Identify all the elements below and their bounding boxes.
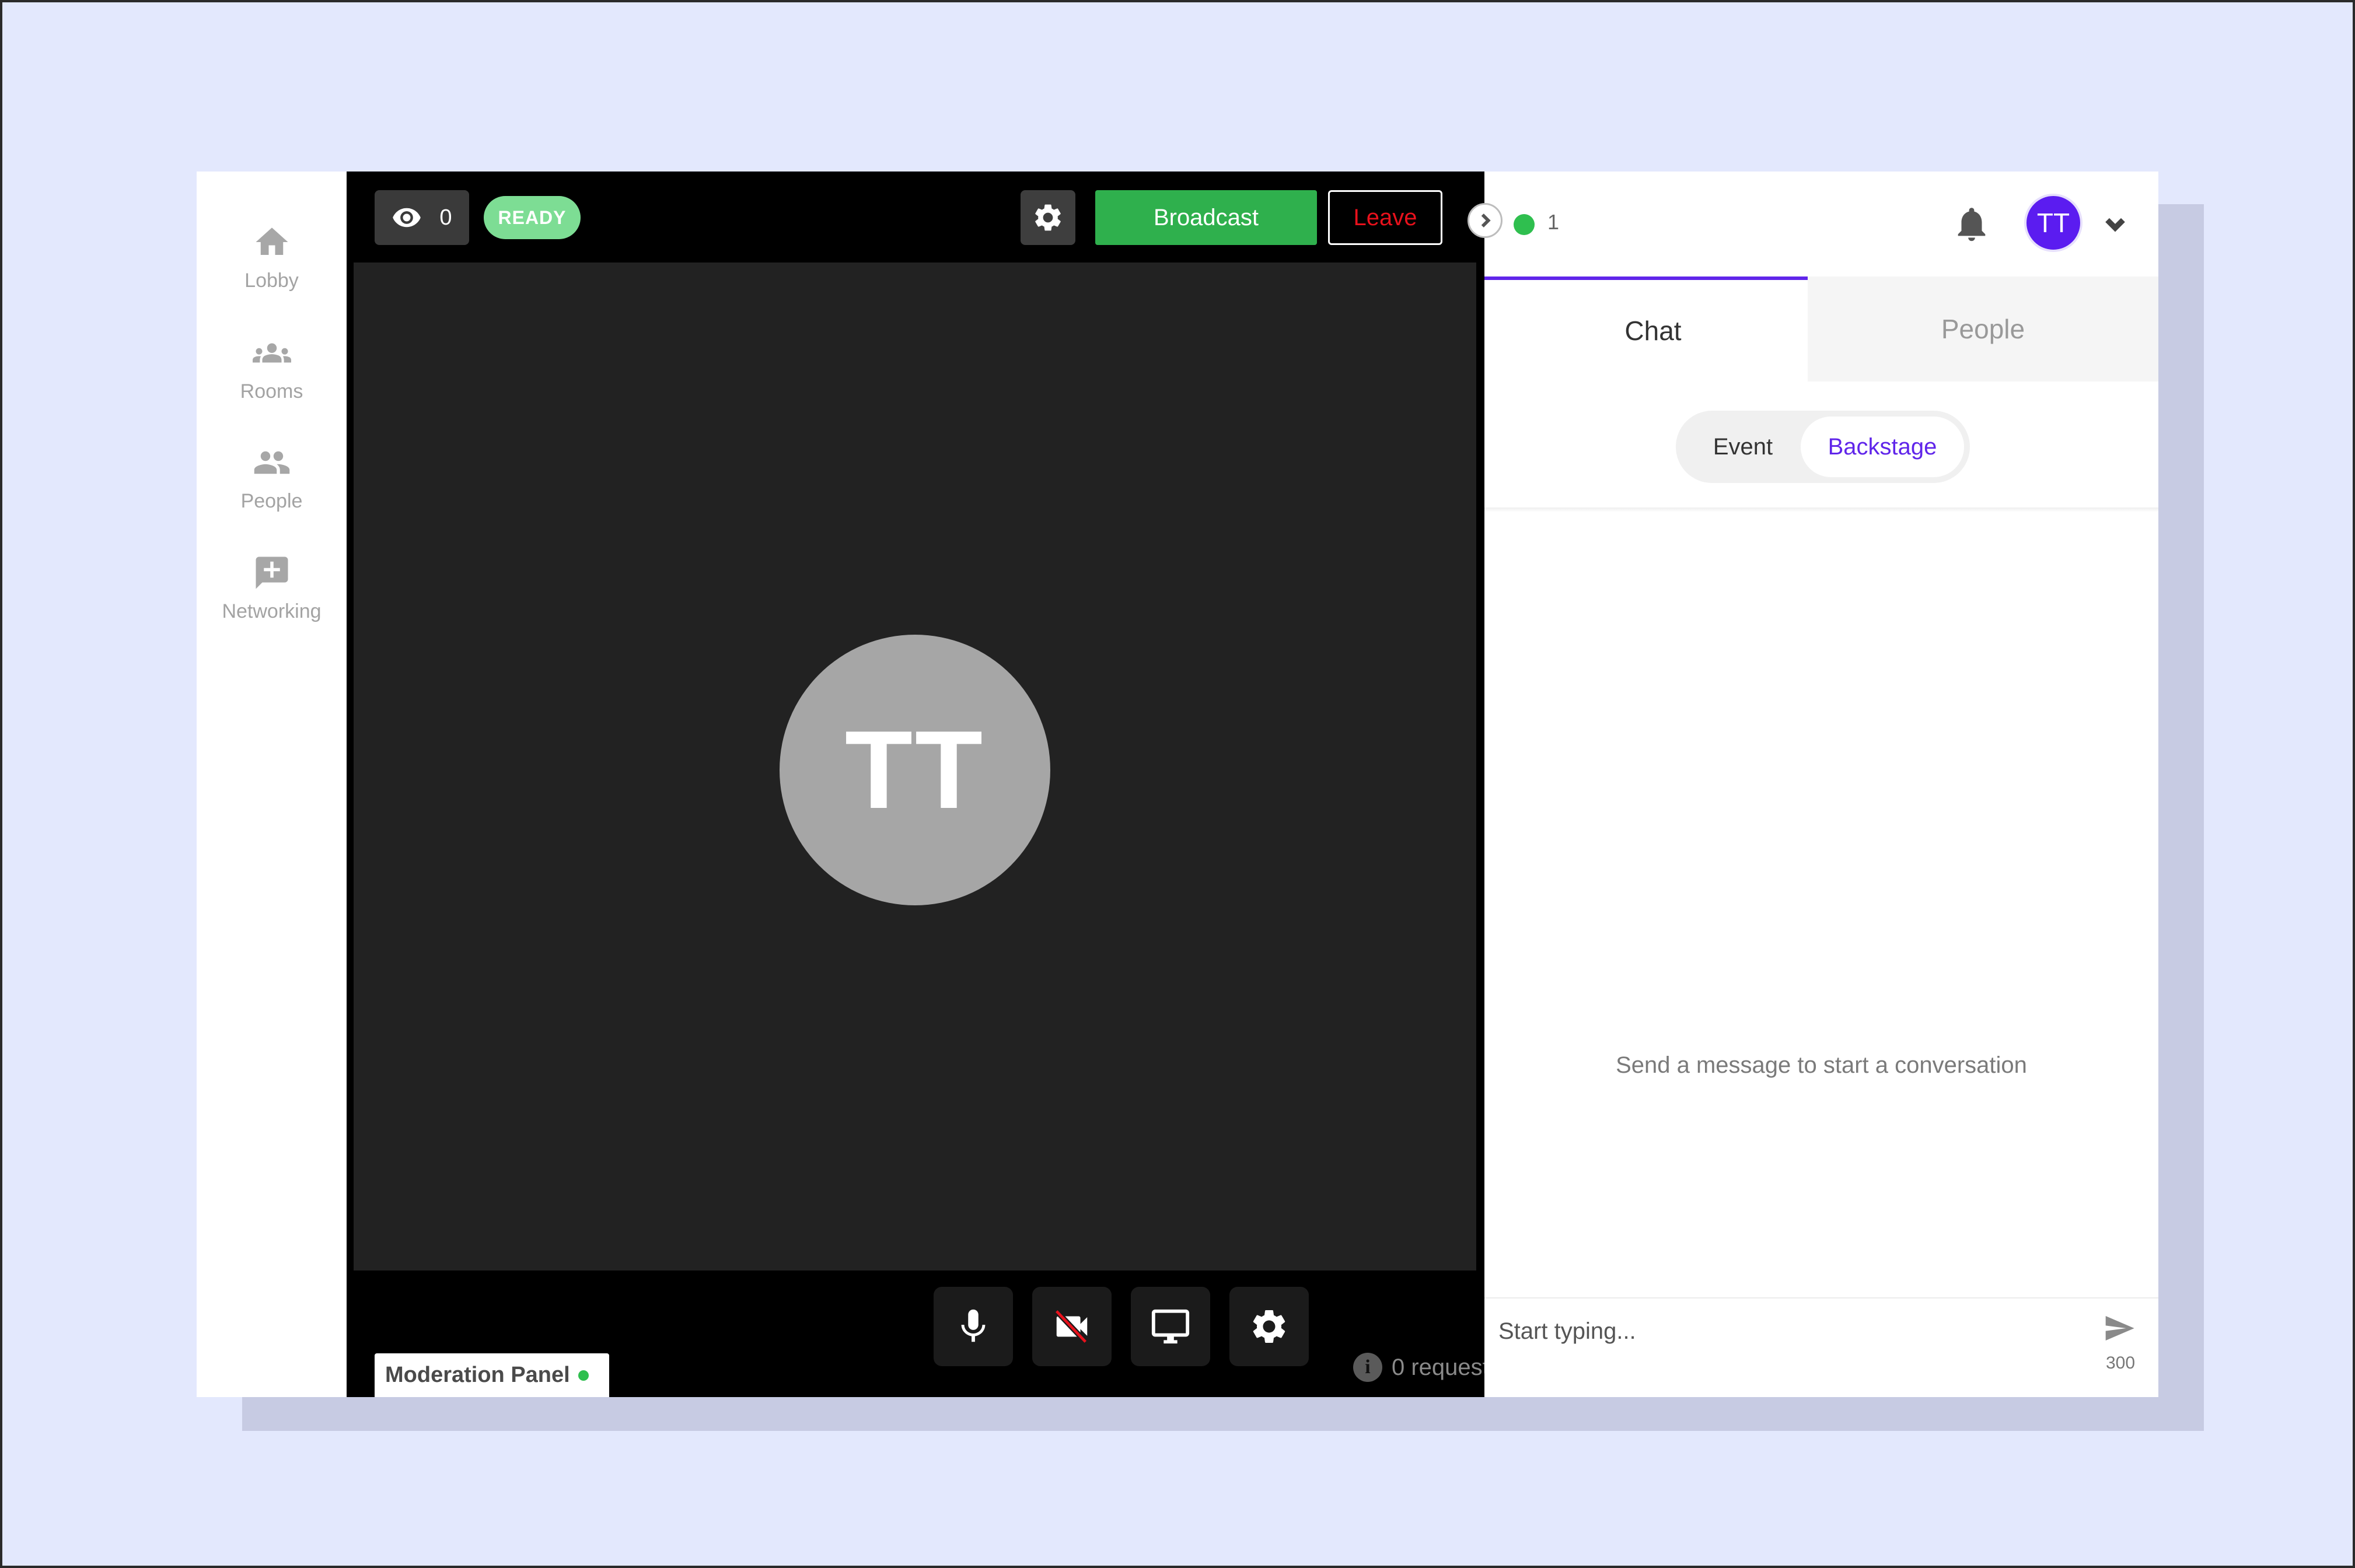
message-input[interactable] [1498,1308,2082,1354]
tab-chat[interactable]: Chat [1484,276,1822,382]
send-icon [2105,1316,2134,1340]
side-panel: 1 TT Chat People Event Backstage Send a … [1484,172,2158,1397]
camera-toggle-button[interactable] [1032,1287,1112,1366]
info-icon[interactable]: i [1353,1353,1382,1382]
rooms-icon [252,343,291,363]
networking-icon [256,556,288,589]
collapse-panel-button[interactable] [1467,203,1503,238]
status-dot-icon [578,1370,589,1381]
divider [1484,508,2158,512]
online-count: 1 [1547,210,1560,234]
leave-button[interactable]: Leave [1328,190,1442,245]
microphone-icon [961,1309,986,1342]
send-button[interactable] [2103,1312,2138,1347]
microphone-button[interactable] [934,1287,1013,1366]
viewer-count: 0 [439,205,452,230]
sidebar-item-people[interactable]: People [197,443,347,531]
video-area: TT [354,262,1476,1270]
screen-share-button[interactable] [1131,1287,1210,1366]
sidebar-item-label: People [240,490,303,512]
sidebar-item-lobby[interactable]: Lobby [197,223,347,310]
stage-settings-button[interactable] [1021,190,1075,245]
notifications-button[interactable] [1951,201,1992,247]
eye-icon [393,208,421,228]
moderation-panel-tab[interactable]: Moderation Panel [375,1353,609,1397]
character-limit: 300 [2105,1353,2136,1373]
video-stage: 0 READY Broadcast Leave TT i 0 requests … [347,172,1636,1397]
online-indicator-icon [1514,214,1535,235]
empty-chat-message: Send a message to start a conversation [1616,1052,2027,1078]
chat-scope-toggle: Event Backstage [1676,411,1970,483]
bell-icon [1958,208,1986,242]
camera-off-icon [1054,1309,1088,1344]
sidebar: Lobby Rooms People Networking [197,172,347,1397]
sidebar-item-networking[interactable]: Networking [197,554,347,641]
user-avatar[interactable]: TT [2024,194,2083,252]
sidebar-item-rooms[interactable]: Rooms [197,334,347,421]
viewer-count-chip: 0 [375,190,469,245]
screen-share-icon [1151,1309,1190,1344]
sidebar-item-label: Networking [222,600,322,622]
tab-people[interactable]: People [1808,276,2158,382]
home-icon [256,228,288,255]
call-settings-button[interactable] [1229,1287,1309,1366]
status-badge: READY [484,196,581,239]
people-icon [254,451,289,474]
sidebar-item-label: Lobby [244,270,299,292]
user-menu-dropdown[interactable] [2102,210,2129,237]
broadcast-button[interactable]: Broadcast [1095,190,1317,245]
settings-icon [1253,1310,1285,1343]
gear-icon [1035,204,1061,231]
chevron-down-icon [2105,218,2125,232]
segment-backstage[interactable]: Backstage [1801,416,1964,477]
moderation-panel-label: Moderation Panel [385,1363,570,1387]
segment-event[interactable]: Event [1682,416,1804,477]
divider [1484,1297,2158,1298]
chevron-right-icon [1481,214,1491,228]
app-window: Lobby Rooms People Networking 0 READY Br… [197,172,2158,1397]
sidebar-item-label: Rooms [240,380,303,402]
participant-avatar: TT [780,635,1050,905]
